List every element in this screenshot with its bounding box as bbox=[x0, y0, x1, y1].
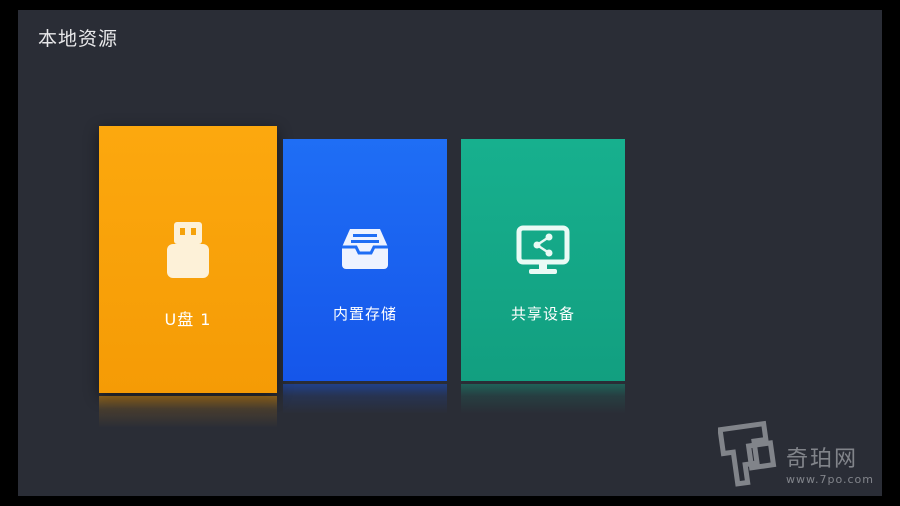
page-title: 本地资源 bbox=[38, 28, 119, 50]
tile-label: 内置存储 bbox=[332, 305, 397, 323]
tile-label: 共享设备 bbox=[510, 305, 575, 323]
inbox-tray-icon bbox=[283, 227, 447, 271]
tile-reflection bbox=[461, 384, 625, 414]
watermark-logo-icon bbox=[717, 420, 780, 496]
tile-reflection bbox=[283, 384, 447, 414]
watermark-url: www.7po.com bbox=[786, 473, 874, 486]
watermark: 奇珀网 www.7po.com bbox=[717, 420, 874, 496]
tile-shared-devices[interactable]: 共享设备 bbox=[461, 139, 625, 381]
watermark-name: 奇珀网 bbox=[786, 447, 859, 472]
screen: 本地资源 U盘 1 内置存储 共享设备 奇珀网 www.7po.com bbox=[18, 10, 882, 496]
watermark-text: 奇珀网 www.7po.com bbox=[786, 447, 874, 496]
tile-label: U盘 1 bbox=[164, 310, 212, 329]
tile-reflection bbox=[99, 396, 277, 428]
share-monitor-icon bbox=[461, 225, 625, 277]
usb-drive-icon bbox=[99, 220, 277, 280]
tile-usb-drive[interactable]: U盘 1 bbox=[99, 126, 277, 393]
tile-internal-storage[interactable]: 内置存储 bbox=[283, 139, 447, 381]
